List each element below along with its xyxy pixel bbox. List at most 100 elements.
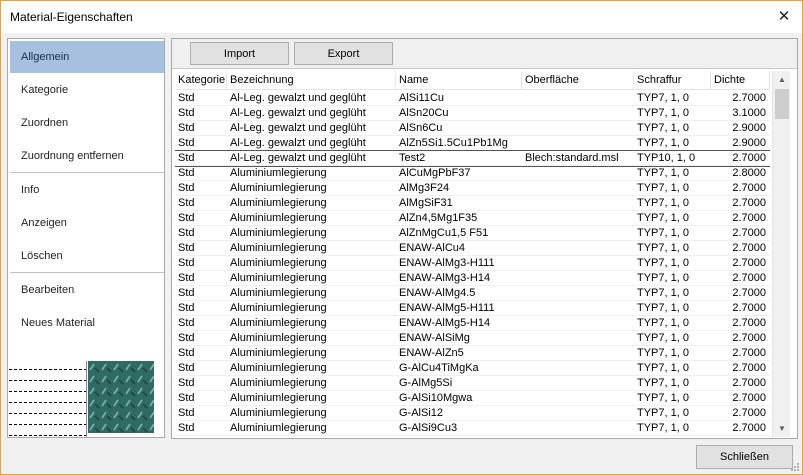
cell-oberflaeche [522, 361, 634, 376]
cell-oberflaeche [522, 181, 634, 196]
cell-schraffur: TYP7, 1, 0 [637, 392, 689, 404]
cell-dichte: 2.8000 [732, 167, 766, 179]
cell-bezeichnung: Aluminiumlegierung [230, 257, 327, 269]
cell-dichte: 2.7000 [732, 152, 766, 164]
cell-name: G-AlCu4TiMgKa [399, 362, 479, 374]
sidebar-item-zuordnen[interactable]: Zuordnen [10, 107, 164, 139]
cell-kategorie: Std [178, 182, 195, 194]
cell-schraffur: TYP7, 1, 0 [637, 287, 689, 299]
cell-dichte: 2.9000 [732, 137, 766, 149]
cell-bezeichnung: Al-Leg. gewalzt und geglüht [230, 107, 366, 119]
table-row[interactable]: Std Aluminiumlegierung AlMgSiF31 TYP7, 1, 0… [175, 196, 770, 211]
cell-bezeichnung: Aluminiumlegierung [230, 377, 327, 389]
table-row[interactable]: Std Al-Leg. gewalzt und geglüht AlSi11Cu TY… [175, 91, 770, 106]
table-row[interactable]: Std Al-Leg. gewalzt und geglüht AlSn20Cu TY… [175, 106, 770, 121]
cell-name: ENAW-AlCu4 [399, 242, 466, 254]
column-header-kategorie[interactable]: Kategorie [175, 71, 227, 90]
cell-oberflaeche [522, 406, 634, 421]
cell-dichte: 2.7000 [732, 422, 766, 434]
sidebar-item-anzeigen[interactable]: Anzeigen [10, 207, 164, 239]
cell-dichte: 2.7000 [732, 257, 766, 269]
sidebar-item-zuordnung-entfernen[interactable]: Zuordnung entfernen [10, 140, 164, 172]
table-row[interactable]: Std Aluminiumlegierung AlZnMgCu1,5 F51 TYP7… [175, 226, 770, 241]
cell-oberflaeche [522, 136, 634, 151]
table-row[interactable]: Std Al-Leg. gewalzt und geglüht AlZn5Si1.5… [175, 136, 770, 151]
cell-name: AlZnMgCu1,5 F51 [399, 227, 489, 239]
table-row[interactable]: Std Aluminiumlegierung AlZn4,5Mg1F35 TYP7, … [175, 211, 770, 226]
table-row[interactable]: Std Aluminiumlegierung ENAW-AlMg3-H111 TYP7… [175, 256, 770, 271]
cell-oberflaeche [522, 106, 634, 121]
table-row[interactable]: Std Aluminiumlegierung G-AlSi10Mgwa TYP7, 1… [175, 391, 770, 406]
sidebar-item-info[interactable]: Info [10, 174, 164, 206]
table-row[interactable]: Std Aluminiumlegierung ENAW-AlMg4.5 TYP7, 1… [175, 286, 770, 301]
cell-oberflaeche [522, 286, 634, 301]
sidebar-item-bearbeiten[interactable]: Bearbeiten [10, 274, 164, 306]
table-row[interactable]: Std Aluminiumlegierung AlCuMgPbF37 TYP7, 1,… [175, 166, 770, 181]
cell-schraffur: TYP7, 1, 0 [637, 377, 689, 389]
cell-kategorie: Std [178, 212, 195, 224]
table-row[interactable]: Std Aluminiumlegierung ENAW-AlMg3-H14 TYP7,… [175, 271, 770, 286]
hatch-line [9, 424, 86, 425]
export-button[interactable]: Export [294, 42, 393, 65]
cell-name: ENAW-AlZn5 [399, 347, 464, 359]
cell-oberflaeche: Blech:standard.msl [525, 152, 619, 164]
cell-schraffur: TYP7, 1, 0 [637, 407, 689, 419]
table-row[interactable]: Std Aluminiumlegierung ENAW-AlZn5 TYP7, 1, … [175, 346, 770, 361]
cell-kategorie: Std [178, 407, 195, 419]
table-row[interactable]: Std Aluminiumlegierung AlMg3F24 TYP7, 1, 0 2… [175, 181, 770, 196]
table-row[interactable]: Std Aluminiumlegierung ENAW-AlMg5-H14 TYP7,… [175, 316, 770, 331]
import-button[interactable]: Import [190, 42, 289, 65]
vertical-scrollbar[interactable]: ▲ ▼ [772, 71, 790, 437]
hatch-line [9, 369, 86, 370]
close-icon[interactable]: ✕ [772, 5, 796, 27]
cell-schraffur: TYP7, 1, 0 [637, 302, 689, 314]
cell-name: ENAW-AlMg4.5 [399, 287, 476, 299]
scroll-up-icon[interactable]: ▲ [773, 71, 791, 88]
cell-oberflaeche [522, 421, 634, 436]
column-header-oberflaeche[interactable]: Oberfläche [522, 71, 634, 90]
cell-dichte: 2.7000 [732, 377, 766, 389]
cell-oberflaeche [522, 391, 634, 406]
cell-oberflaeche [522, 241, 634, 256]
cell-oberflaeche [522, 256, 634, 271]
cell-kategorie: Std [178, 332, 195, 344]
column-header-bezeichnung[interactable]: Bezeichnung [227, 71, 396, 90]
scroll-thumb[interactable] [775, 89, 789, 119]
sidebar-item-kategorie[interactable]: Kategorie [10, 74, 164, 106]
table-row[interactable]: Std Aluminiumlegierung G-AlSi12 TYP7, 1, 0 2… [175, 406, 770, 421]
cell-name: Test2 [399, 152, 426, 164]
column-header-name[interactable]: Name [396, 71, 522, 90]
cell-bezeichnung: Al-Leg. gewalzt und geglüht [230, 92, 366, 104]
cell-dichte: 2.7000 [732, 287, 766, 299]
cell-schraffur: TYP7, 1, 0 [637, 272, 689, 284]
table-row[interactable]: Std Aluminiumlegierung ENAW-AlMg5-H111 TYP7… [175, 301, 770, 316]
scroll-down-icon[interactable]: ▼ [773, 420, 791, 437]
table-row[interactable]: Std Aluminiumlegierung G-AlCu4TiMgKa TYP7, … [175, 361, 770, 376]
surface-texture-preview [88, 361, 154, 433]
cell-bezeichnung: Aluminiumlegierung [230, 242, 327, 254]
sidebar-item-loeschen[interactable]: Löschen [10, 240, 164, 272]
cell-kategorie: Std [178, 107, 195, 119]
table-row[interactable]: Std Al-Leg. gewalzt und geglüht AlSn6Cu TYP… [175, 121, 770, 136]
close-button[interactable]: Schließen [696, 445, 793, 469]
cell-oberflaeche [522, 376, 634, 391]
material-table: Kategorie Bezeichnung Name Oberfläche Schraf… [175, 71, 770, 437]
cell-schraffur: TYP7, 1, 0 [637, 107, 689, 119]
cell-oberflaeche [522, 226, 634, 241]
hatch-line [9, 380, 86, 381]
sidebar-item-allgemein[interactable]: Allgemein [10, 41, 164, 73]
table-row[interactable]: Std Aluminiumlegierung G-AlMg5Si TYP7, 1, 0… [175, 376, 770, 391]
column-header-dichte[interactable]: Dichte [711, 71, 770, 90]
cell-bezeichnung: Aluminiumlegierung [230, 302, 327, 314]
cell-dichte: 2.7000 [732, 407, 766, 419]
column-header-schraffur[interactable]: Schraffur [634, 71, 711, 90]
cell-dichte: 2.7000 [732, 197, 766, 209]
sidebar-divider [10, 172, 164, 173]
table-row[interactable]: Std Aluminiumlegierung ENAW-AlSiMg TYP7, 1,… [175, 331, 770, 346]
cell-schraffur: TYP7, 1, 0 [637, 257, 689, 269]
resize-grip-icon[interactable] [790, 462, 800, 472]
table-row[interactable]: Std Aluminiumlegierung G-AlSi9Cu3 TYP7, 1, … [175, 421, 770, 436]
table-row[interactable]: Std Al-Leg. gewalzt und geglüht Test2 Blech… [175, 150, 770, 167]
table-row[interactable]: Std Aluminiumlegierung ENAW-AlCu4 TYP7, 1, … [175, 241, 770, 256]
sidebar-item-neues-material[interactable]: Neues Material [10, 307, 164, 339]
